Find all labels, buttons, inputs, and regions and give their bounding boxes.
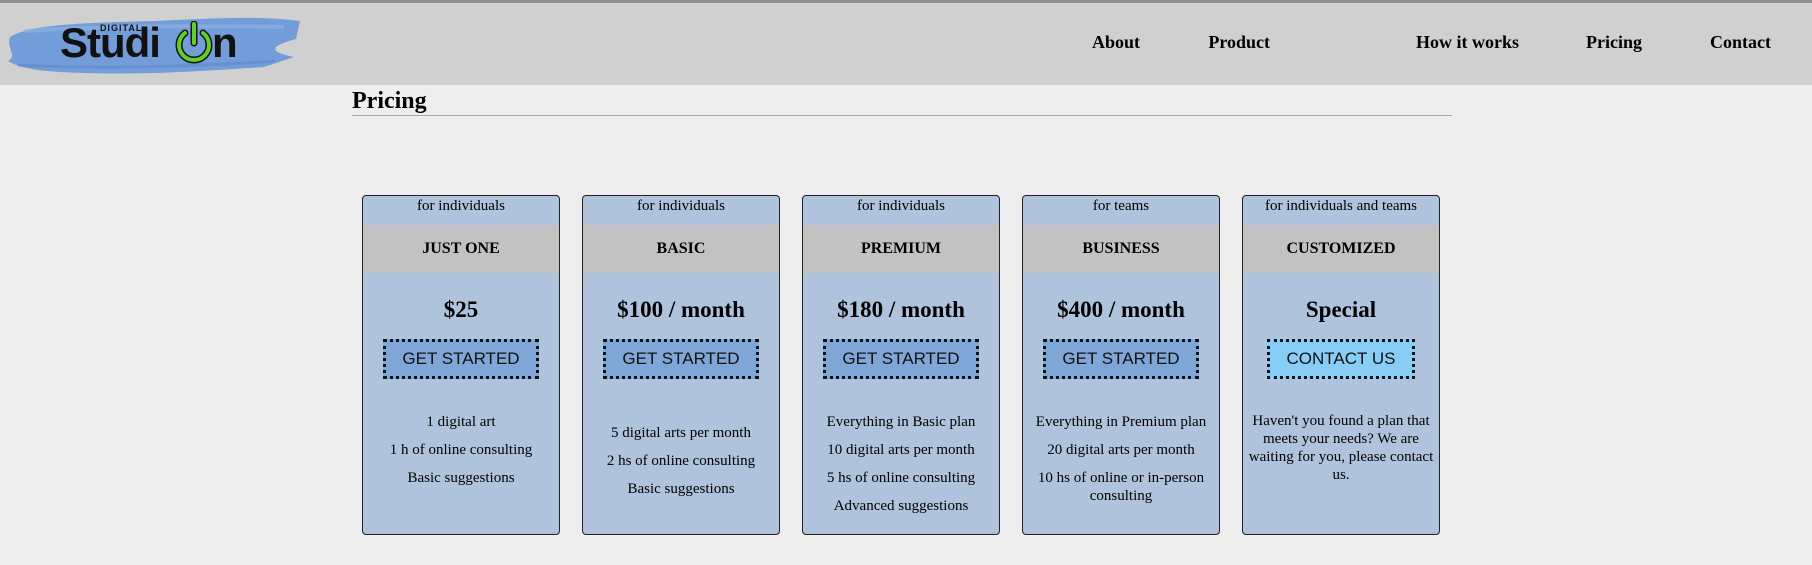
plan-audience: for individuals	[417, 198, 505, 214]
get-started-button[interactable]: GET STARTED	[823, 339, 979, 379]
plan-audience: for individuals	[637, 198, 725, 214]
feature-item: 2 hs of online consulting	[606, 453, 756, 469]
feature-item: 10 hs of online or in-person consulting	[1037, 470, 1205, 504]
plan-price: $100 / month	[617, 297, 745, 322]
power-icon	[175, 21, 213, 64]
nav-contact[interactable]: Contact	[1710, 32, 1771, 53]
logo[interactable]: DIGITAL Studi n	[4, 9, 304, 79]
plan-audience: for individuals and teams	[1264, 198, 1418, 214]
feature-item: Advanced suggestions	[833, 498, 969, 514]
page-title: Pricing	[352, 88, 427, 114]
plan-name: PREMIUM	[803, 225, 999, 273]
feature-item: 5 digital arts per month	[611, 425, 751, 441]
plan-features: Everything in Basic plan 10 digital arts…	[803, 413, 999, 525]
plan-name: BASIC	[583, 225, 779, 273]
get-started-button[interactable]: GET STARTED	[603, 339, 759, 379]
feature-item: 1 digital art	[426, 414, 496, 430]
feature-item: Everything in Basic plan	[826, 414, 976, 430]
logo-wordmark: Studi	[60, 19, 161, 66]
plan-card-customized: for individuals and teams CUSTOMIZED Spe…	[1242, 195, 1440, 535]
plan-features: 1 digital art 1 h of online consulting B…	[363, 413, 559, 497]
contact-us-button[interactable]: CONTACT US	[1267, 339, 1415, 379]
nav-how-it-works[interactable]: How it works	[1416, 32, 1519, 53]
plan-price: Special	[1305, 297, 1377, 322]
plan-card-premium: for individuals PREMIUM $180 / month GET…	[802, 195, 1000, 535]
plan-price: $25	[443, 297, 479, 322]
plan-name: JUST ONE	[363, 225, 559, 273]
feature-item: 1 h of online consulting	[389, 442, 533, 458]
plan-audience: for teams	[1092, 198, 1150, 214]
plan-card-basic: for individuals BASIC $100 / month GET S…	[582, 195, 780, 535]
feature-item: Basic suggestions	[407, 470, 515, 486]
logo-wordmark-suffix: n	[212, 19, 238, 66]
nav-about[interactable]: About	[1092, 32, 1140, 53]
plan-audience: for individuals	[857, 198, 945, 214]
plan-features: 5 digital arts per month 2 hs of online …	[583, 424, 779, 508]
feature-item: 5 hs of online consulting	[826, 470, 976, 486]
nav-product[interactable]: Product	[1208, 32, 1270, 53]
plan-card-business: for teams BUSINESS $400 / month GET STAR…	[1022, 195, 1220, 535]
feature-item: Everything in Premium plan	[1035, 414, 1207, 430]
plan-price: $400 / month	[1057, 297, 1185, 322]
plan-price: $180 / month	[837, 297, 965, 322]
plan-name: BUSINESS	[1023, 225, 1219, 273]
site-header: DIGITAL Studi n About Product How it wor…	[0, 3, 1812, 85]
get-started-button[interactable]: GET STARTED	[1043, 339, 1199, 379]
get-started-button[interactable]: GET STARTED	[383, 339, 539, 379]
plan-features: Everything in Premium plan 20 digital ar…	[1023, 413, 1219, 515]
plan-name: CUSTOMIZED	[1243, 225, 1439, 273]
feature-item: Basic suggestions	[627, 481, 735, 497]
feature-item: 20 digital arts per month	[1047, 442, 1195, 458]
title-divider	[352, 115, 1452, 116]
nav-pricing[interactable]: Pricing	[1586, 32, 1642, 53]
plan-note: Haven't you found a plan that meets your…	[1248, 413, 1434, 483]
feature-item: 10 digital arts per month	[827, 442, 975, 458]
plan-card-just-one: for individuals JUST ONE $25 GET STARTED…	[362, 195, 560, 535]
